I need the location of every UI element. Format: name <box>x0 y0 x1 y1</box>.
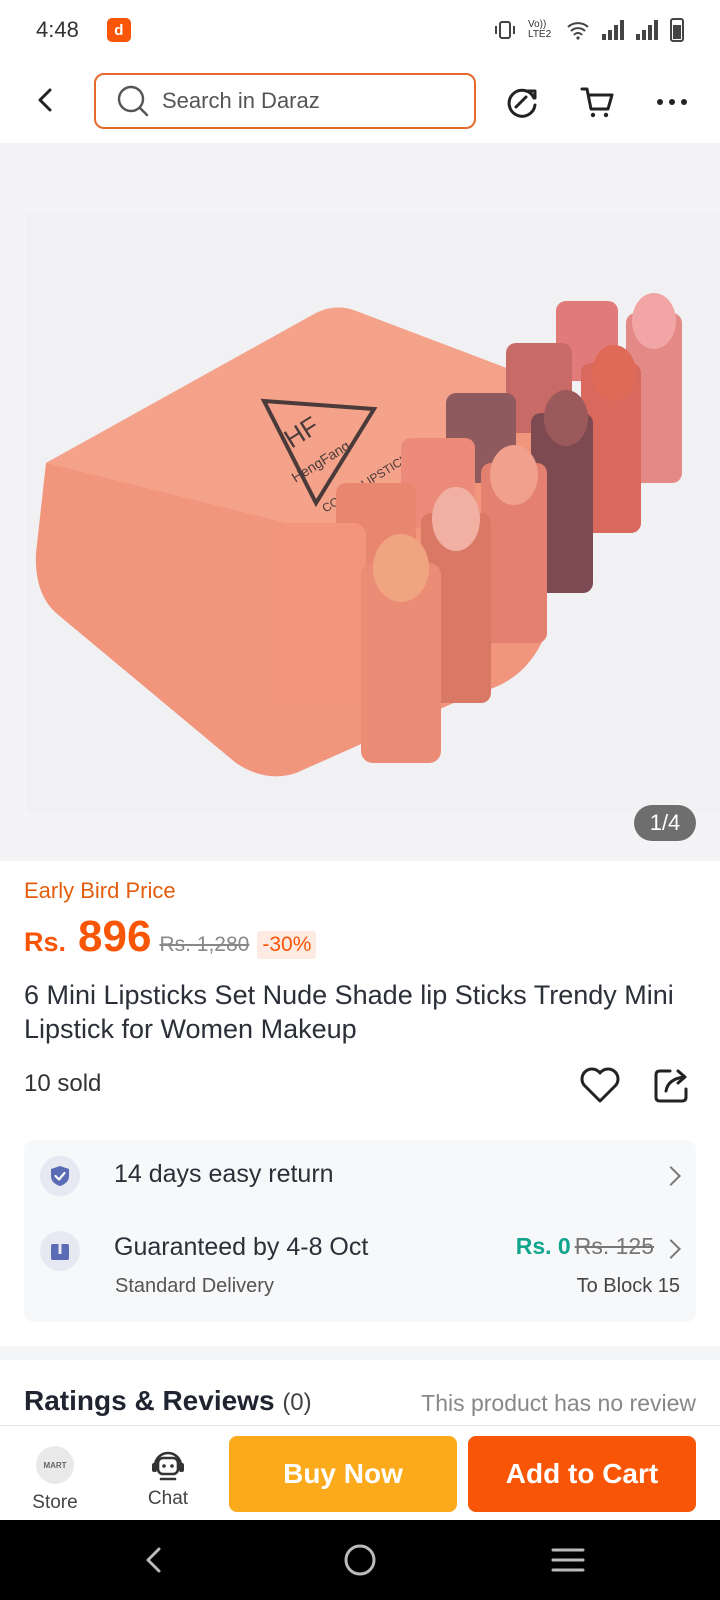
sold-count: 10 sold <box>24 1070 102 1097</box>
share-refresh-icon <box>507 88 537 118</box>
price-currency: Rs. <box>24 927 67 957</box>
battery-icon <box>670 18 684 42</box>
signal-icon-2 <box>636 20 658 40</box>
nav-back-icon <box>146 1547 161 1573</box>
promo-label: Early Bird Price <box>24 878 176 903</box>
delivery-fee-now: Rs. 0 <box>515 1233 571 1259</box>
return-policy-label: 14 days easy return <box>114 1160 334 1188</box>
bottom-action-bar: MART Store Chat Buy Now Add to Cart <box>0 1425 720 1520</box>
status-bar: 4:48 d Vo)) LTE2 <box>0 0 720 60</box>
chat-button[interactable]: Chat <box>123 1426 213 1521</box>
search-placeholder: Search in Daraz <box>162 88 320 113</box>
delivery-box-icon <box>40 1231 80 1271</box>
chat-bot-icon <box>152 1451 184 1481</box>
product-image: HF HengFang COLOR LIPSTICK <box>26 213 720 813</box>
product-gallery[interactable]: HF HengFang COLOR LIPSTICK <box>0 143 720 861</box>
section-divider <box>0 1346 720 1360</box>
system-nav-bar <box>0 1520 720 1600</box>
nav-back-button[interactable] <box>134 1540 174 1580</box>
ratings-title-text: Ratings & Reviews <box>24 1385 275 1416</box>
product-title: 6 Mini Lipsticks Set Nude Shade lip Stic… <box>24 980 674 1044</box>
discount-badge: -30% <box>257 931 317 959</box>
back-button[interactable] <box>30 84 62 116</box>
wishlist-button[interactable] <box>578 1063 622 1107</box>
ratings-empty-note: This product has no review <box>421 1390 696 1416</box>
status-icons: Vo)) LTE2 <box>494 18 684 42</box>
nav-menu-icon <box>551 1548 585 1572</box>
search-icon <box>117 85 149 117</box>
delivery-type: Standard Delivery <box>115 1275 274 1297</box>
nav-home-icon <box>344 1544 376 1576</box>
shield-check-icon <box>40 1156 80 1196</box>
share-button[interactable] <box>650 1063 694 1107</box>
chevron-left-icon <box>38 88 52 112</box>
cart-icon <box>580 87 614 118</box>
delivery-fee: Rs. 0 Rs. 125 <box>516 1233 654 1260</box>
search-input[interactable]: Search in Daraz <box>94 73 476 129</box>
price-value: 896 <box>78 912 152 961</box>
chat-label: Chat <box>147 1488 189 1509</box>
top-header: Search in Daraz <box>0 64 720 136</box>
chevron-right-icon <box>661 1239 681 1259</box>
delivery-location: To Block 15 <box>576 1275 680 1297</box>
more-dots-icon <box>657 99 687 105</box>
network-label: Vo)) LTE2 <box>528 19 552 40</box>
ratings-section-title: Ratings & Reviews (0) <box>24 1385 312 1417</box>
add-to-cart-button[interactable]: Add to Cart <box>468 1436 696 1512</box>
delivery-guarantee-label: Guaranteed by 4-8 Oct <box>114 1233 369 1261</box>
price-row: Rs. 896 Rs. 1,280 -30% <box>24 912 317 962</box>
ratings-count: (0) <box>282 1389 312 1416</box>
nav-home-button[interactable] <box>340 1540 380 1580</box>
vibrate-icon <box>495 21 515 39</box>
heart-icon <box>580 1067 620 1103</box>
chevron-right-icon <box>661 1166 681 1186</box>
image-page-indicator: 1/4 <box>634 805 696 841</box>
store-label: Store <box>32 1492 78 1513</box>
return-policy-row[interactable]: 14 days easy return <box>40 1156 681 1196</box>
service-card: 14 days easy return Guaranteed by 4-8 Oc… <box>24 1140 696 1322</box>
more-button[interactable] <box>652 82 692 122</box>
daraz-app-icon: d <box>106 18 131 42</box>
lipstick-set-illustration: HF HengFang COLOR LIPSTICK <box>35 293 682 777</box>
delivery-fee-was: Rs. 125 <box>574 1233 654 1259</box>
wifi-icon <box>567 22 589 40</box>
delivery-row[interactable]: Guaranteed by 4-8 Oct Rs. 0 Rs. 125 Stand… <box>40 1231 681 1311</box>
nav-recents-button[interactable] <box>548 1540 588 1580</box>
share-icon <box>654 1069 688 1103</box>
status-time: 4:48 <box>36 17 79 42</box>
buy-now-button[interactable]: Buy Now <box>229 1436 457 1512</box>
cart-button[interactable] <box>577 82 617 122</box>
original-price: Rs. 1,280 <box>159 933 250 956</box>
store-avatar: MART <box>36 1446 74 1484</box>
store-button[interactable]: MART Store <box>10 1426 100 1521</box>
share-header-button[interactable] <box>503 82 543 122</box>
signal-icon <box>602 20 624 40</box>
